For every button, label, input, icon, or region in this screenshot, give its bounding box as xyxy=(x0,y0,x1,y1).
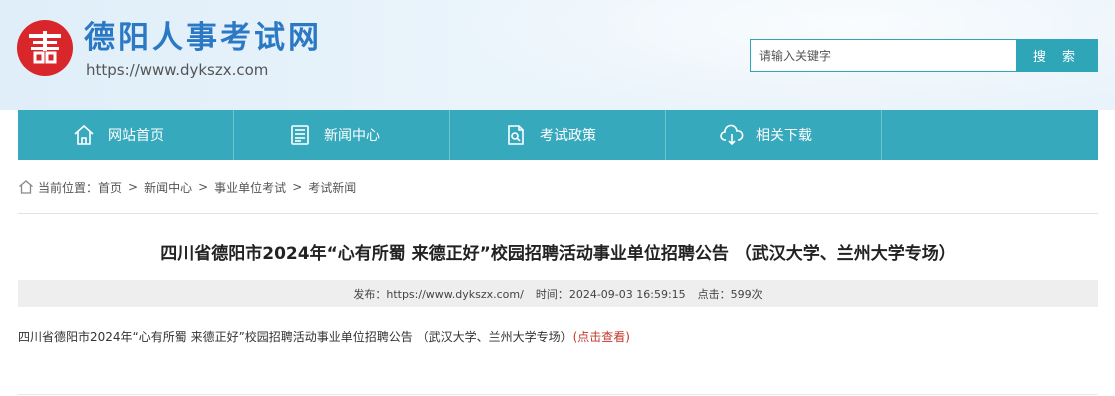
nav-label: 新闻中心 xyxy=(324,128,380,144)
search-input[interactable] xyxy=(750,39,1016,72)
site-title[interactable]: 德阳人事考试网 xyxy=(84,18,322,58)
article-title: 四川省德阳市2024年“心有所蜀 来德正好”校园招聘活动事业单位招聘公告 （武汉… xyxy=(160,244,956,264)
meta-publisher: 发布：https://www.dykszx.com/ xyxy=(353,287,524,301)
view-details-link[interactable]: (点击查看) xyxy=(573,330,630,344)
breadcrumb-link-home[interactable]: 首页 xyxy=(98,179,122,196)
main-nav: 网站首页 新闻中心 考试政策 相关下载 xyxy=(18,110,1098,160)
cloud-download-icon xyxy=(720,123,744,147)
breadcrumb-link-news[interactable]: 新闻中心 xyxy=(144,179,192,196)
nav-item-policy[interactable]: 考试政策 xyxy=(450,110,666,160)
breadcrumb-prefix: 当前位置： xyxy=(38,180,99,195)
policy-document-icon xyxy=(504,123,528,147)
nav-label: 相关下载 xyxy=(756,128,812,144)
article-body: 四川省德阳市2024年“心有所蜀 来德正好”校园招聘活动事业单位招聘公告 （武汉… xyxy=(18,328,630,346)
nav-label: 考试政策 xyxy=(540,128,596,144)
search-button[interactable]: 搜 索 xyxy=(1016,39,1098,72)
home-icon xyxy=(72,123,96,147)
divider xyxy=(18,394,1098,395)
home-icon xyxy=(18,179,34,195)
breadcrumb-separator: > xyxy=(292,180,303,194)
site-header: 德阳人事考试网 https://www.dykszx.com 搜 索 xyxy=(0,0,1115,110)
divider xyxy=(18,213,1098,214)
nav-label: 网站首页 xyxy=(108,128,164,144)
article-meta: 发布：https://www.dykszx.com/ 时间：2024-09-03… xyxy=(18,280,1098,307)
breadcrumb-separator: > xyxy=(128,180,139,194)
nav-item-news[interactable]: 新闻中心 xyxy=(234,110,450,160)
meta-time: 时间：2024-09-03 16:59:15 xyxy=(535,287,686,301)
meta-clicks: 点击：599次 xyxy=(697,287,763,301)
breadcrumb-link-exam-news[interactable]: 考试新闻 xyxy=(308,179,356,196)
breadcrumb-link-exam[interactable]: 事业单位考试 xyxy=(214,179,286,196)
nav-item-empty xyxy=(882,110,1098,160)
news-icon xyxy=(288,123,312,147)
breadcrumb: 当前位置： 首页 > 新闻中心 > 事业单位考试 > 考试新闻 xyxy=(18,178,356,196)
site-logo-icon[interactable] xyxy=(17,20,73,76)
nav-item-downloads[interactable]: 相关下载 xyxy=(666,110,882,160)
breadcrumb-separator: > xyxy=(198,180,209,194)
article-body-text: 四川省德阳市2024年“心有所蜀 来德正好”校园招聘活动事业单位招聘公告 （武汉… xyxy=(18,330,573,344)
nav-item-home[interactable]: 网站首页 xyxy=(18,110,234,160)
site-url: https://www.dykszx.com xyxy=(86,61,269,79)
